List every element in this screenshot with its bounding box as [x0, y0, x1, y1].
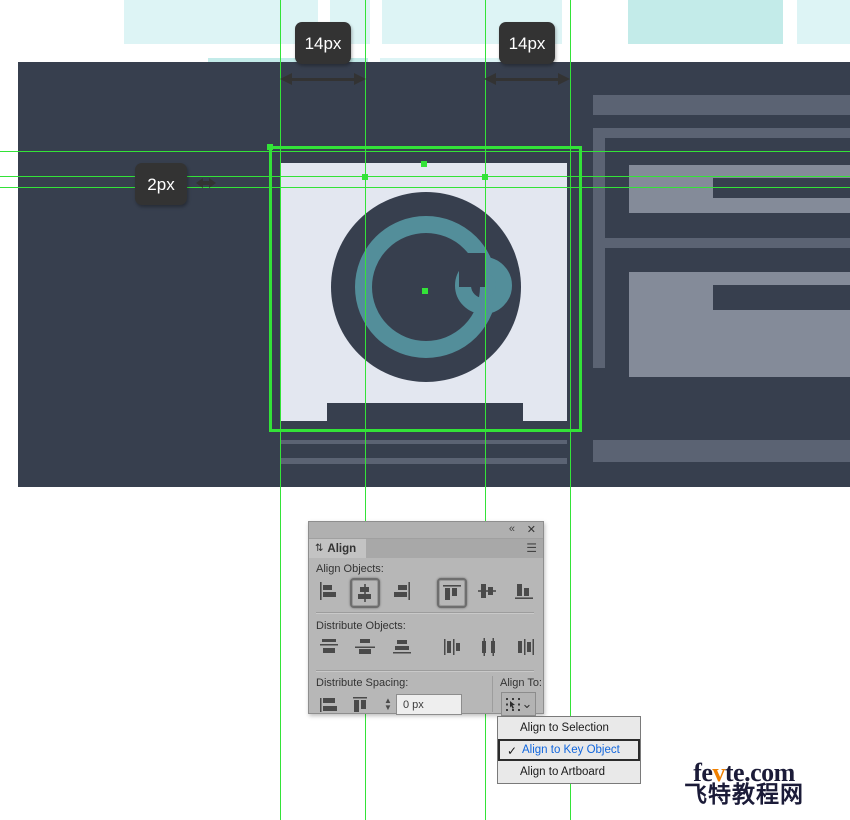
panel-titlebar: « ✕ — [309, 522, 543, 539]
measure-arrow-left-stroke — [196, 173, 216, 193]
menu-item-align-to-selection[interactable]: Align to Selection — [498, 717, 640, 739]
distribute-horizontal-left-button[interactable] — [439, 634, 465, 660]
tab-align-label: Align — [327, 542, 357, 555]
measure-value: 14px — [508, 33, 546, 53]
align-vertical-center-button[interactable] — [474, 578, 500, 604]
arrow-head-left-icon — [280, 73, 292, 85]
artwork-right-bar-1 — [593, 95, 850, 115]
arrow-head-left-icon — [196, 178, 203, 188]
measure-label-top-right: 14px — [499, 22, 555, 64]
spacing-stepper[interactable]: ▲ ▼ — [382, 694, 394, 713]
align-to-label: Align To: — [500, 677, 542, 689]
spacing-input[interactable]: 0 px — [396, 694, 462, 715]
arrow-shaft — [492, 78, 562, 81]
artwork-right-notch-2 — [713, 285, 850, 310]
arrow-head-right-icon — [354, 73, 366, 85]
panel-tab-row: ⇅ Align ☰ — [309, 539, 543, 558]
align-to-menu[interactable]: Align to Selection ✓ Align to Key Object… — [497, 716, 641, 784]
align-horizontal-center-button[interactable] — [350, 578, 380, 608]
menu-item-label: Align to Artboard — [520, 766, 606, 778]
menu-item-align-to-artboard[interactable]: Align to Artboard — [498, 761, 640, 783]
align-bottom-button[interactable] — [511, 578, 537, 604]
tab-toggle-icon[interactable]: ⇅ — [315, 543, 323, 554]
close-icon[interactable]: ✕ — [527, 523, 536, 536]
distribute-spacing-vertical-button[interactable] — [316, 692, 342, 718]
distribute-horizontal-right-button[interactable] — [512, 634, 538, 660]
artwork-stroke-2 — [281, 458, 567, 464]
bg-block — [124, 0, 318, 44]
stepper-down-icon[interactable]: ▼ — [384, 703, 392, 711]
watermark: fevte.com 飞特教程网 — [684, 760, 804, 807]
panel-divider-1 — [316, 612, 534, 614]
measure-label-top-left: 14px — [295, 22, 351, 64]
distribute-objects-label: Distribute Objects: — [316, 620, 406, 632]
arrow-head-left-icon — [484, 73, 496, 85]
anchor-point[interactable] — [421, 161, 427, 167]
anchor-point[interactable] — [267, 144, 273, 150]
tab-align[interactable]: ⇅ Align — [309, 539, 367, 558]
artwork-right-notch-1 — [713, 178, 850, 198]
menu-item-align-to-key-object[interactable]: ✓ Align to Key Object — [498, 739, 640, 761]
align-top-button[interactable] — [437, 578, 467, 608]
align-objects-label: Align Objects: — [316, 563, 384, 575]
distribute-spacing-horizontal-button[interactable] — [348, 692, 374, 718]
distribute-vertical-center-button[interactable] — [352, 634, 378, 660]
panel-divider-2 — [316, 670, 534, 672]
arrow-head-right-icon — [209, 178, 216, 188]
align-to-key-object-icon — [505, 697, 520, 711]
distribute-vertical-top-button[interactable] — [316, 634, 342, 660]
bg-block — [797, 0, 850, 44]
anchor-point[interactable] — [362, 174, 368, 180]
chevron-down-icon[interactable]: ⌄ — [522, 697, 533, 710]
collapse-icon[interactable]: « — [509, 523, 515, 535]
menu-item-label: Align to Selection — [520, 722, 609, 734]
bg-block — [628, 0, 783, 44]
menu-item-label: Align to Key Object — [522, 744, 620, 756]
artwork-right-bar-2 — [593, 440, 850, 462]
measure-arrow-top-right — [484, 70, 570, 90]
align-left-button[interactable] — [316, 578, 342, 604]
measure-arrow-top-left — [280, 70, 366, 90]
arrow-head-right-icon — [558, 73, 570, 85]
anchor-point-center[interactable] — [422, 288, 428, 294]
anchor-point[interactable] — [482, 174, 488, 180]
watermark-chinese: 飞特教程网 — [684, 782, 804, 808]
distribute-vertical-bottom-button[interactable] — [389, 634, 415, 660]
distribute-horizontal-center-button[interactable] — [476, 634, 502, 660]
measure-label-left-stroke: 2px — [135, 163, 187, 205]
check-icon: ✓ — [507, 744, 518, 758]
distribute-spacing-label: Distribute Spacing: — [316, 677, 409, 689]
panel-divider-vertical — [492, 676, 493, 712]
measure-value: 14px — [304, 33, 342, 53]
panel-menu-icon[interactable]: ☰ — [526, 541, 537, 555]
spacing-value: 0 px — [403, 698, 424, 711]
measure-value: 2px — [147, 174, 175, 194]
align-right-button[interactable] — [388, 578, 414, 604]
align-to-dropdown-button[interactable]: ⌄ — [501, 692, 536, 716]
arrow-shaft — [288, 78, 358, 81]
artwork-right-box-2 — [593, 248, 605, 368]
